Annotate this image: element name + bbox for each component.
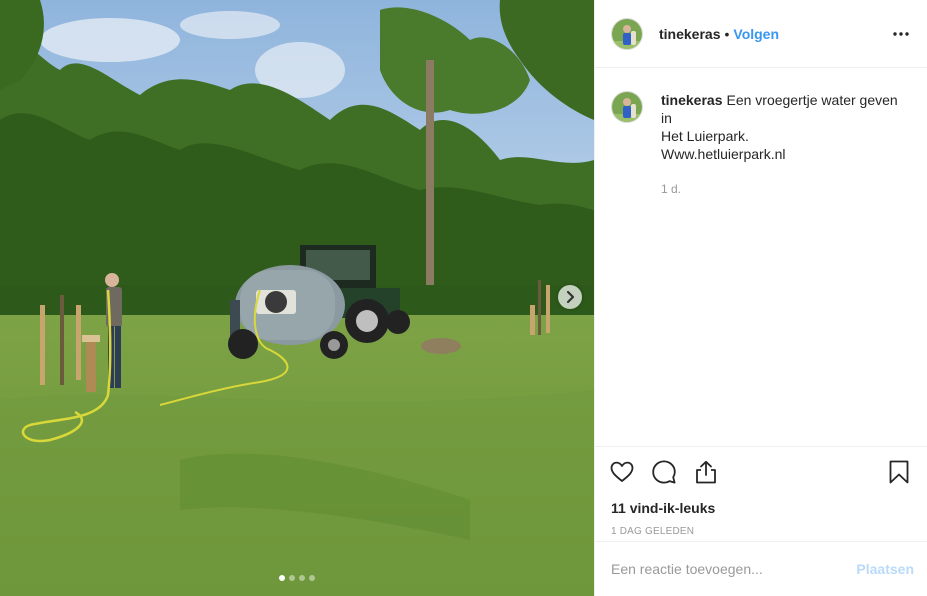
carousel-dot — [309, 575, 315, 581]
carousel-next-button[interactable] — [558, 285, 582, 309]
avatar[interactable] — [611, 17, 643, 50]
share-icon — [696, 460, 716, 484]
avatar[interactable] — [611, 91, 643, 123]
chevron-right-icon — [566, 290, 575, 304]
save-button[interactable] — [886, 459, 912, 485]
follow-button[interactable]: Volgen — [733, 26, 779, 42]
caption-timestamp[interactable]: 1 d. — [661, 180, 911, 198]
comment-button[interactable] — [651, 459, 677, 485]
post-date[interactable]: 1 DAG GELEDEN — [611, 526, 912, 537]
avatar-image — [612, 92, 642, 122]
heart-icon — [610, 461, 634, 482]
carousel-dot — [299, 575, 305, 581]
caption-username[interactable]: tinekeras — [661, 92, 722, 108]
likes-count[interactable]: 11 vind-ik-leuks — [611, 500, 912, 516]
comment-bubble-icon — [652, 460, 676, 484]
comment-form: Plaatsen — [595, 541, 927, 596]
like-button[interactable] — [609, 459, 635, 485]
post-actions: 11 vind-ik-leuks 1 DAG GELEDEN — [595, 446, 927, 537]
carousel-indicator — [0, 575, 594, 581]
post-comment-button[interactable]: Plaatsen — [856, 561, 914, 577]
post-header: tinekeras • Volgen — [595, 0, 927, 68]
carousel-dot — [289, 575, 295, 581]
caption-line-3: Www.hetluierpark.nl — [661, 146, 786, 162]
separator-dot: • — [724, 25, 730, 42]
post-author-username[interactable]: tinekeras — [659, 26, 720, 42]
caption-body: tinekeras Een vroegertje water geven in H… — [661, 91, 911, 198]
post-image — [0, 0, 594, 596]
post-caption: tinekeras Een vroegertje water geven in H… — [595, 68, 927, 198]
share-button[interactable] — [693, 459, 719, 485]
post-photo[interactable] — [0, 0, 594, 596]
post-sidebar: tinekeras • Volgen tinekeras Een vroegert… — [594, 0, 927, 596]
comment-input[interactable] — [611, 561, 857, 577]
bookmark-icon — [889, 460, 909, 484]
more-options-button[interactable] — [891, 24, 911, 44]
avatar-image — [612, 18, 642, 49]
carousel-dot-active — [279, 575, 285, 581]
caption-line-2: Het Luierpark. — [661, 128, 749, 144]
action-icons-row — [595, 447, 927, 487]
more-dots-icon — [893, 31, 909, 36]
